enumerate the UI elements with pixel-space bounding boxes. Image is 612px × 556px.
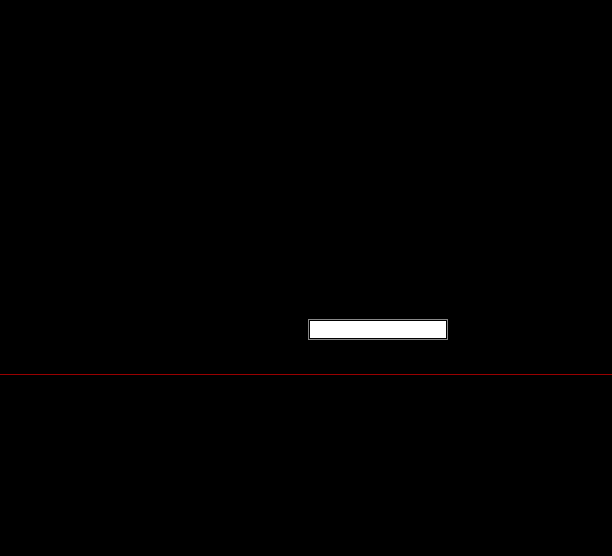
buy-signal-tooltip (309, 320, 447, 339)
stock-chart-window (0, 0, 612, 556)
chart-canvas[interactable] (0, 0, 612, 556)
indicator-value-row[interactable] (0, 375, 612, 394)
